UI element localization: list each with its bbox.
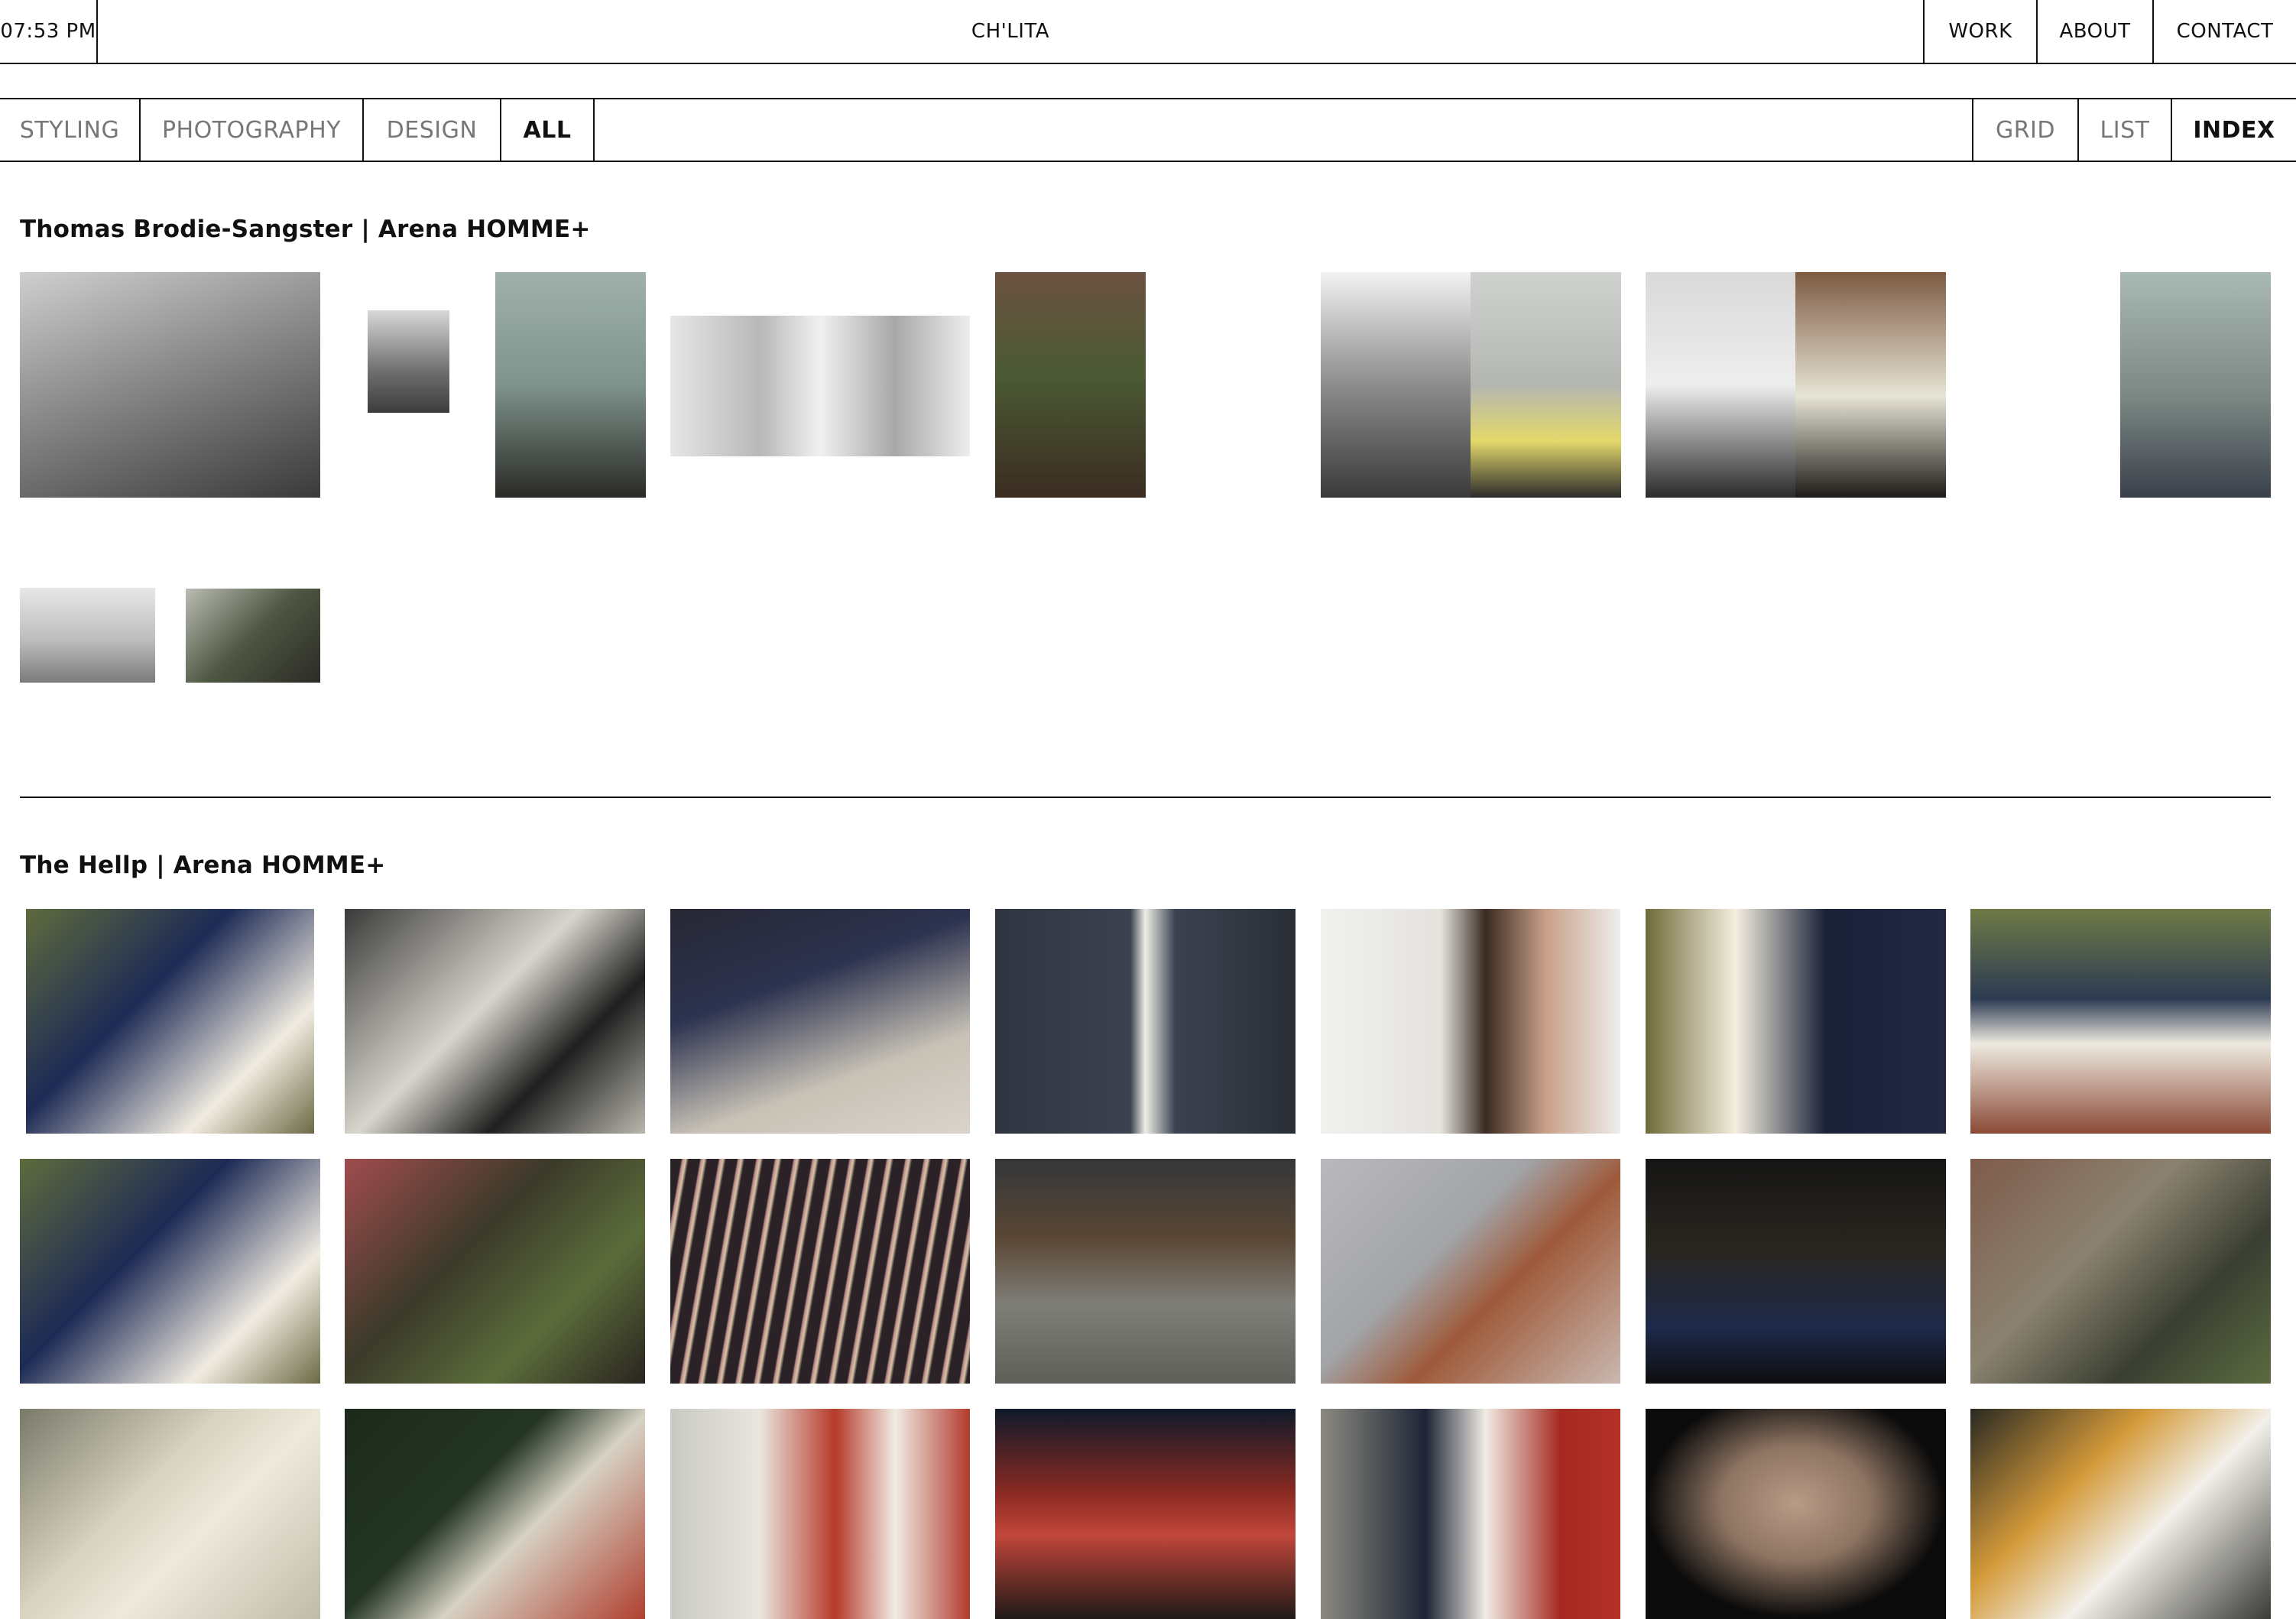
filter-design[interactable]: DESIGN xyxy=(364,99,501,161)
project-photo[interactable] xyxy=(1321,909,1620,1134)
project-photo[interactable] xyxy=(670,1409,970,1619)
project-photo[interactable] xyxy=(1646,1159,1946,1384)
nav-about[interactable]: ABOUT xyxy=(2036,0,2152,63)
project-photo[interactable] xyxy=(20,1409,320,1619)
filter-all[interactable]: ALL xyxy=(501,99,595,161)
project-photo[interactable] xyxy=(20,1159,320,1384)
project-photo[interactable] xyxy=(345,1409,645,1619)
filter-photography[interactable]: PHOTOGRAPHY xyxy=(141,99,364,161)
project-photo[interactable] xyxy=(2120,272,2271,498)
project-photo[interactable] xyxy=(1471,272,1621,498)
project-photo[interactable] xyxy=(670,909,970,1134)
project-photo[interactable] xyxy=(368,310,449,413)
project-photo[interactable] xyxy=(1970,1159,2271,1384)
project-photo[interactable] xyxy=(1321,1159,1620,1384)
view-list[interactable]: LIST xyxy=(2077,99,2171,161)
nav-contact[interactable]: CONTACT xyxy=(2152,0,2296,63)
filter-bar: STYLING PHOTOGRAPHY DESIGN ALL GRID LIST… xyxy=(0,98,2296,162)
project-photo[interactable] xyxy=(995,272,1146,498)
project-photo[interactable] xyxy=(20,588,155,683)
project-photo[interactable] xyxy=(345,909,645,1134)
project-photo[interactable] xyxy=(995,1159,1296,1384)
project-photo[interactable] xyxy=(995,1409,1296,1619)
project-title[interactable]: The Hellp | Arena HOMME+ xyxy=(20,852,385,879)
project-photo[interactable] xyxy=(1970,909,2271,1134)
clock: 07:53 PM xyxy=(0,0,98,63)
project-photo[interactable] xyxy=(670,1159,970,1384)
project-photo[interactable] xyxy=(1646,909,1946,1134)
nav-work[interactable]: WORK xyxy=(1923,0,2036,63)
section-divider xyxy=(20,797,2271,798)
project-photo[interactable] xyxy=(1970,1409,2271,1619)
site-title[interactable]: CH'LITA xyxy=(98,0,1923,63)
view-index[interactable]: INDEX xyxy=(2171,99,2296,161)
project-photo[interactable] xyxy=(20,272,320,498)
project-photo[interactable] xyxy=(345,1159,645,1384)
project-title[interactable]: Thomas Brodie-Sangster | Arena HOMME+ xyxy=(20,216,591,243)
project-photo[interactable] xyxy=(186,589,320,683)
project-photo[interactable] xyxy=(1795,272,1946,498)
project-photo[interactable] xyxy=(995,909,1296,1134)
filter-styling[interactable]: STYLING xyxy=(0,99,141,161)
project-photo[interactable] xyxy=(1646,272,1795,498)
project-photo[interactable] xyxy=(670,316,970,456)
top-header: 07:53 PM CH'LITA WORK ABOUT CONTACT xyxy=(0,0,2296,64)
project-photo[interactable] xyxy=(26,909,314,1134)
project-photo[interactable] xyxy=(1321,272,1471,498)
project-photo[interactable] xyxy=(495,272,646,498)
project-photo[interactable] xyxy=(1646,1409,1946,1619)
project-photo[interactable] xyxy=(1321,1409,1620,1619)
view-grid[interactable]: GRID xyxy=(1972,99,2077,161)
